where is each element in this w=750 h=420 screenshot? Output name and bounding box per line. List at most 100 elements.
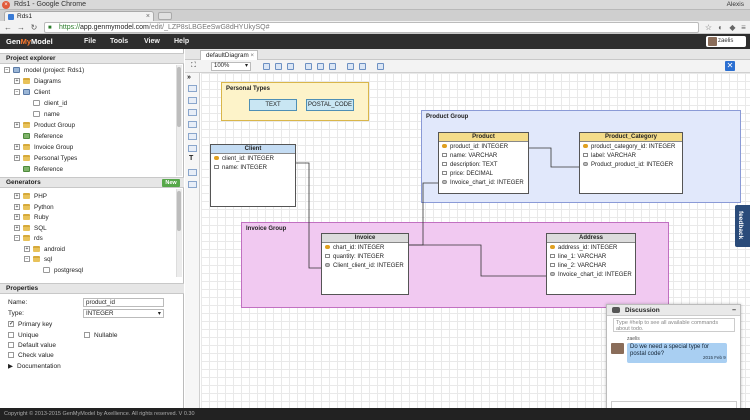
type-select[interactable]: INTEGER ▾	[83, 309, 164, 318]
genmymodel-logo[interactable]: GenMyModel	[6, 36, 53, 47]
collapse-icon[interactable]: −	[24, 256, 30, 263]
check-value-checkbox[interactable]	[8, 352, 14, 359]
feedback-button[interactable]: feedback	[735, 205, 750, 247]
align-left-icon[interactable]	[263, 63, 270, 70]
primary-key-row[interactable]: ✓ Primary key	[8, 321, 52, 328]
explorer-item[interactable]: − model (project: Rds1)	[0, 65, 175, 76]
explorer-item[interactable]: + Diagrams	[0, 76, 175, 87]
entity-invoice[interactable]: Invoice chart_id: INTEGER quantity: INTE…	[321, 233, 409, 295]
entity-attribute[interactable]: product_category_id: INTEGER	[583, 143, 675, 152]
collapse-icon[interactable]: −	[4, 67, 10, 74]
reload-icon[interactable]: ↻	[29, 23, 39, 33]
link-tool-icon[interactable]	[188, 181, 197, 188]
generator-item[interactable]: + Python	[0, 202, 175, 213]
entity-attribute[interactable]: name: VARCHAR	[442, 152, 497, 161]
window-close-icon[interactable]: ×	[2, 1, 10, 9]
collapse-icon[interactable]: −	[14, 89, 20, 96]
generator-item[interactable]: − sql	[0, 254, 175, 265]
generator-item[interactable]: + android	[0, 244, 175, 255]
text-tool-icon[interactable]: T	[189, 155, 193, 162]
entity-product-category[interactable]: Product_Category product_category_id: IN…	[579, 132, 683, 194]
zoom-select[interactable]: 100% ▾	[211, 62, 251, 71]
entity-attribute[interactable]: Invoice_chart_id: INTEGER	[442, 179, 524, 188]
extension2-icon[interactable]: ◆	[728, 23, 737, 32]
expand-icon[interactable]: +	[14, 224, 20, 231]
generator-item[interactable]: + PHP	[0, 191, 175, 202]
name-field[interactable]: product_id	[83, 298, 164, 307]
generator-item[interactable]: + Ruby	[0, 212, 175, 223]
note-tool-icon[interactable]	[188, 169, 197, 176]
entity-attribute[interactable]: description: TEXT	[442, 161, 498, 170]
package-tool-icon[interactable]	[188, 109, 197, 116]
menu-file[interactable]: File	[84, 34, 96, 49]
expand-icon[interactable]: +	[14, 78, 20, 85]
back-arrow-icon[interactable]: ←	[3, 23, 13, 33]
check-value-row[interactable]: Check value	[8, 352, 54, 359]
expand-icon[interactable]: +	[14, 144, 20, 151]
unique-checkbox[interactable]	[8, 332, 14, 339]
menu-help[interactable]: Help	[174, 34, 189, 49]
extension-icon[interactable]: ◐	[716, 23, 725, 32]
forward-arrow-icon[interactable]: →	[16, 23, 26, 33]
star-icon[interactable]: ☆	[704, 23, 713, 32]
entity-attribute[interactable]: address_id: INTEGER	[550, 244, 617, 253]
explorer-item[interactable]: Reference	[0, 164, 175, 175]
relation-tool-icon[interactable]	[188, 133, 197, 140]
primary-key-checkbox[interactable]: ✓	[8, 321, 14, 328]
explorer-item[interactable]: client_id	[0, 98, 175, 109]
entity-attribute[interactable]: quantity: INTEGER	[325, 253, 384, 262]
explorer-scroll-thumb[interactable]	[177, 67, 181, 127]
new-tab-button[interactable]	[158, 12, 172, 20]
entity-attribute[interactable]: Product_product_id: INTEGER	[583, 161, 673, 170]
table-tool-icon[interactable]	[188, 97, 197, 104]
entity-attribute[interactable]: chart_id: INTEGER	[325, 244, 384, 253]
expand-icon[interactable]: +	[24, 245, 30, 252]
explorer-item[interactable]: − Client	[0, 87, 175, 98]
default-value-checkbox[interactable]	[8, 342, 14, 349]
menu-view[interactable]: View	[144, 34, 160, 49]
generator-item[interactable]: − rds	[0, 233, 175, 244]
align-top-icon[interactable]	[305, 63, 312, 70]
expand-icon[interactable]: +	[14, 122, 20, 129]
generators-scroll-thumb[interactable]	[177, 191, 181, 231]
entity-client[interactable]: Client client_id: INTEGER name: INTEGER	[210, 144, 296, 207]
type-tool-icon[interactable]	[188, 121, 197, 128]
chrome-menu-icon[interactable]: ≡	[739, 23, 748, 32]
discussion-header[interactable]: Discussion –	[607, 305, 740, 316]
entity-product[interactable]: Product product_id: INTEGER name: VARCHA…	[438, 132, 529, 194]
entity-attribute[interactable]: product_id: INTEGER	[442, 143, 508, 152]
menu-tools[interactable]: Tools	[110, 34, 128, 49]
entity-attribute[interactable]: name: INTEGER	[214, 164, 267, 173]
select-tool-icon[interactable]	[188, 85, 197, 92]
entity-attribute[interactable]: line_2: VARCHAR	[550, 262, 606, 271]
entity-attribute[interactable]: Client_client_id: INTEGER	[325, 262, 404, 271]
nullable-checkbox[interactable]	[84, 332, 90, 339]
reference-tool-icon[interactable]	[188, 145, 197, 152]
expand-palette-icon[interactable]: »	[187, 74, 191, 81]
same-size-icon[interactable]	[377, 63, 384, 70]
align-middle-icon[interactable]	[317, 63, 324, 70]
align-right-icon[interactable]	[287, 63, 294, 70]
tab-default-diagram[interactable]: defaultDiagram ×	[200, 50, 258, 60]
explorer-item[interactable]: name	[0, 109, 175, 120]
expand-icon[interactable]: +	[14, 203, 20, 210]
entity-attribute[interactable]: line_1: VARCHAR	[550, 253, 606, 262]
distribute-v-icon[interactable]	[359, 63, 366, 70]
entity-attribute[interactable]: price: DECIMAL	[442, 170, 493, 179]
tab-close-icon[interactable]: ×	[146, 12, 150, 21]
address-bar[interactable]: ■ https://app.genmymodel.com/edit/_LZP8s…	[44, 22, 699, 33]
explorer-item[interactable]: + Invoice Group	[0, 142, 175, 153]
minimize-icon[interactable]: –	[732, 305, 736, 316]
align-center-icon[interactable]	[275, 63, 282, 70]
entity-attribute[interactable]: Invoice_chart_id: INTEGER	[550, 271, 632, 280]
unique-row[interactable]: Unique	[8, 332, 39, 339]
entity-address[interactable]: Address address_id: INTEGER line_1: VARC…	[546, 233, 636, 295]
tab-close-icon[interactable]: ×	[250, 51, 254, 60]
browser-tab[interactable]: Rds1 ×	[4, 11, 154, 21]
new-generator-button[interactable]: New	[162, 179, 180, 187]
expand-icon[interactable]: +	[14, 155, 20, 162]
explorer-item[interactable]: + Product Group	[0, 120, 175, 131]
generator-item[interactable]: + SQL	[0, 223, 175, 234]
align-bottom-icon[interactable]	[329, 63, 336, 70]
user-menu[interactable]: zaelis	[706, 36, 746, 47]
